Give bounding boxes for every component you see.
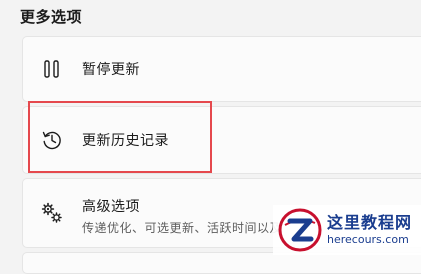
history-icon [40,128,64,152]
pause-updates-label: 暂停更新 [82,62,140,78]
advanced-options-description: 传递优化、可选更新、活跃时间以及 [82,221,283,235]
watermark-url: herecours.com [327,233,409,246]
watermark-title: 这里教程网 [327,213,413,232]
section-title: 更多选项 [20,8,83,26]
next-option-card[interactable] [22,252,421,274]
update-history-label: 更新历史记录 [82,133,169,149]
pause-icon [40,57,64,81]
advanced-options-label: 高级选项 [82,199,140,215]
watermark: 这里教程网 herecours.com [273,205,421,255]
gears-icon [40,201,64,225]
z-logo-icon [277,207,323,253]
update-history-button[interactable]: 更新历史记录 [22,106,421,174]
pause-updates-button[interactable]: 暂停更新 [22,36,421,102]
